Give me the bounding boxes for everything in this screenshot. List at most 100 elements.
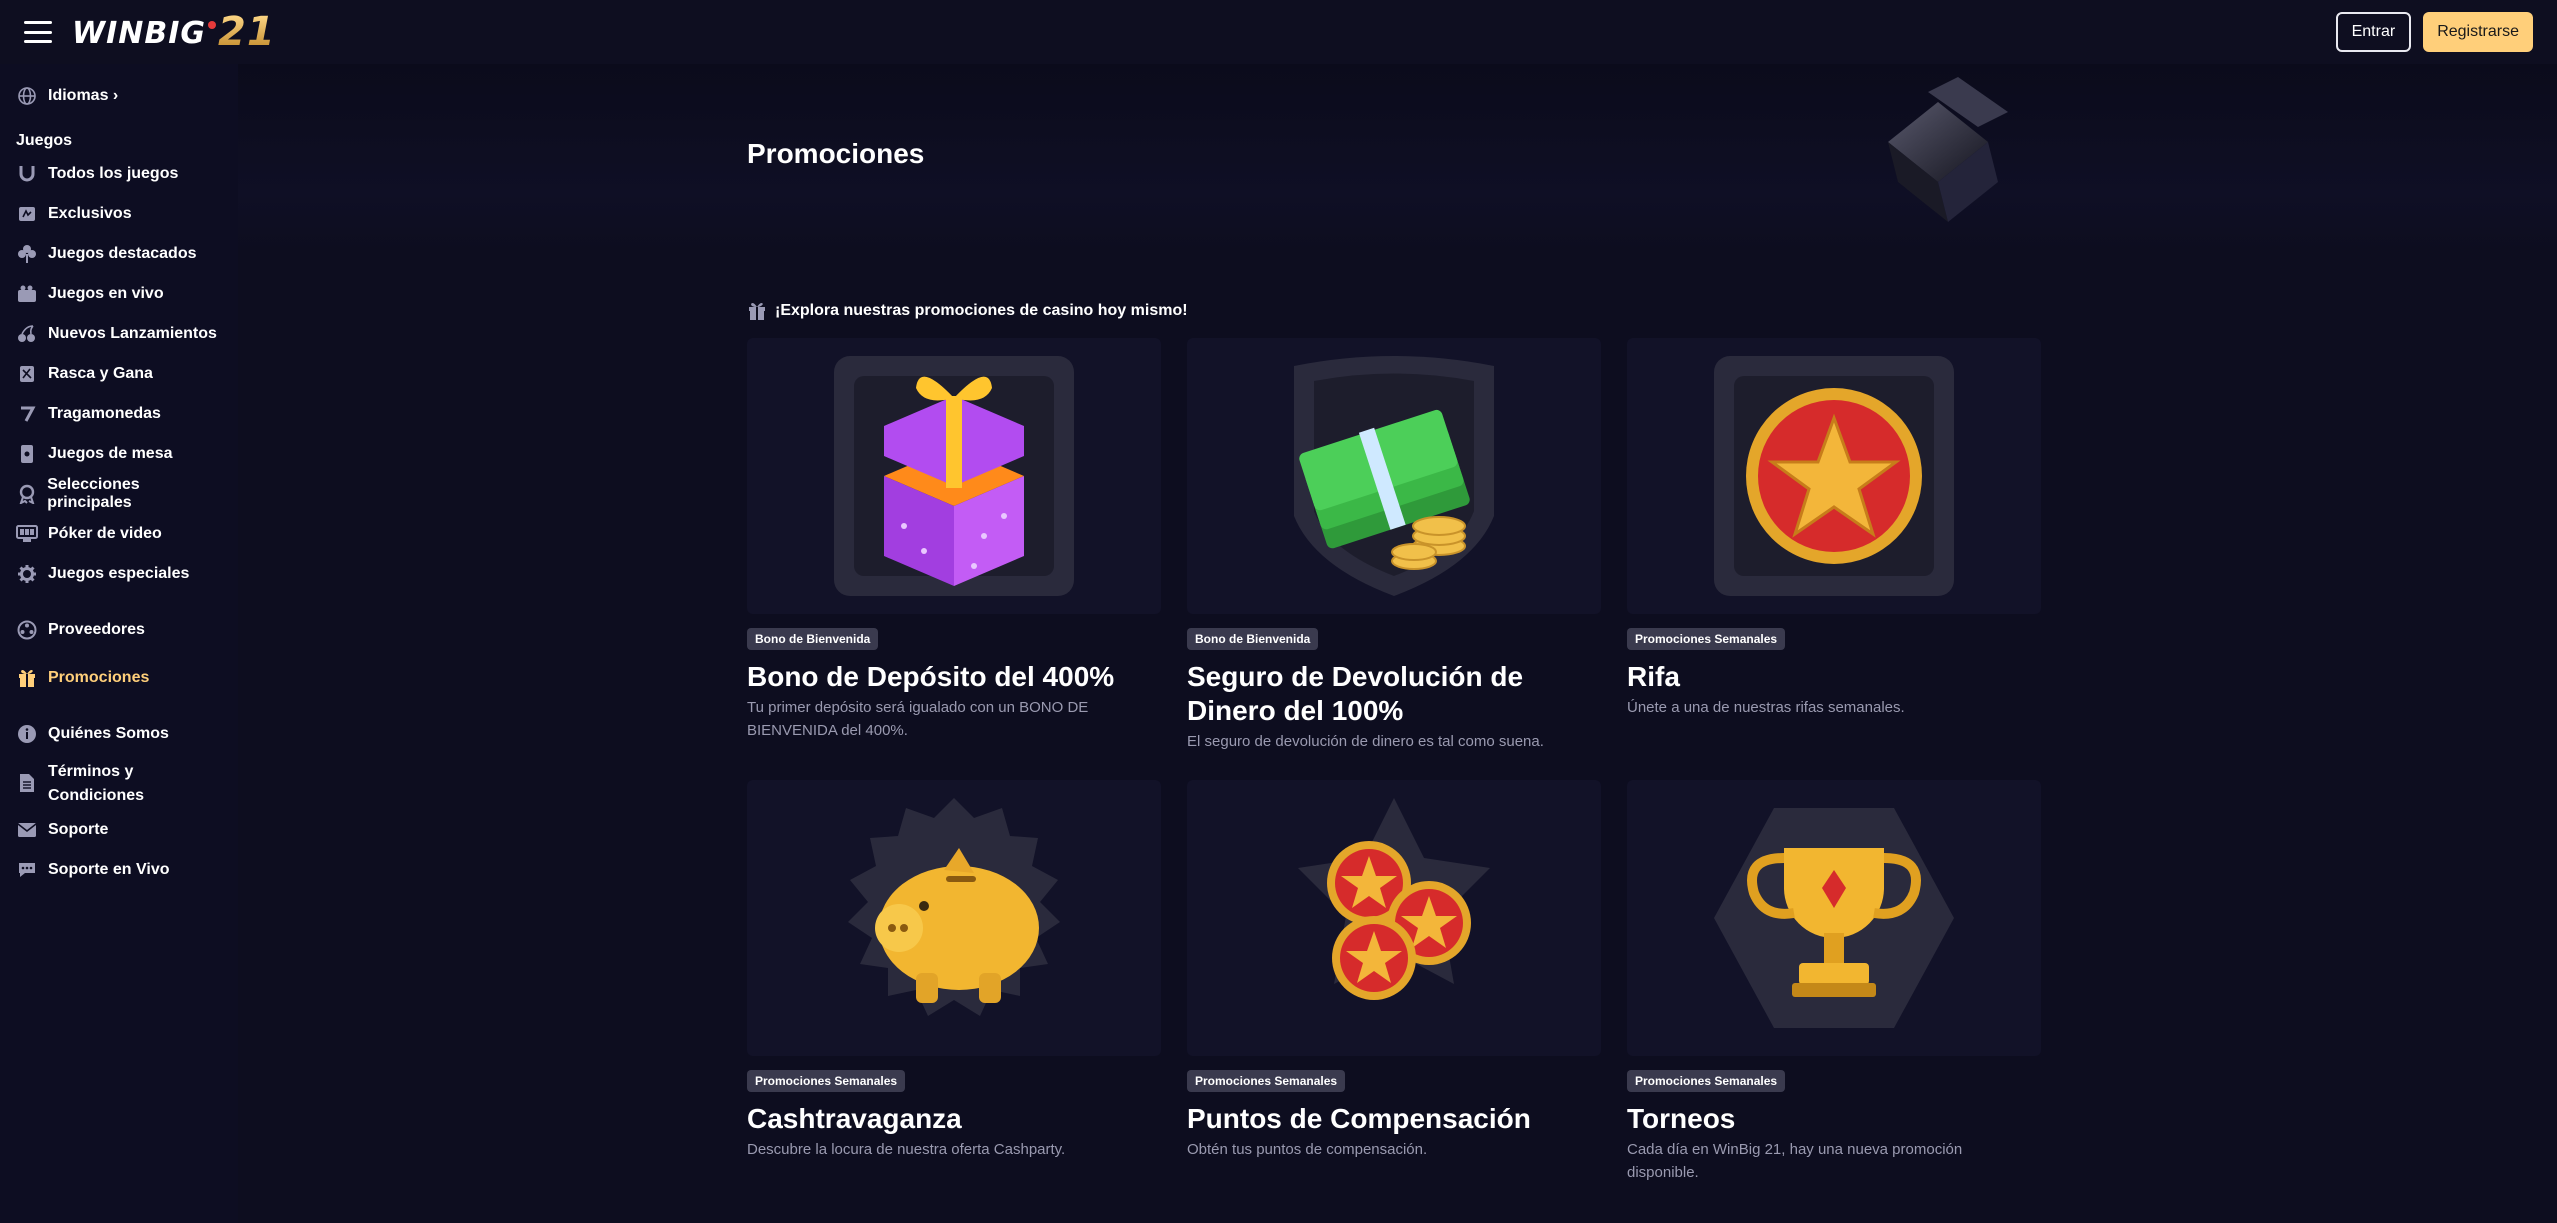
award-icon: [16, 483, 37, 505]
sidebar-item-promotions[interactable]: Promociones: [0, 658, 238, 698]
logo-number: 21: [218, 9, 276, 55]
sidebar-item-terms[interactable]: Términos y Condiciones: [0, 754, 238, 810]
sidebar-item-label: Quiénes Somos: [48, 725, 169, 742]
sidebar-item-slots[interactable]: Tragamonedas: [0, 394, 238, 434]
providers-icon: [16, 619, 38, 641]
logo-text: WINBIG: [72, 16, 207, 51]
sidebar-item-providers[interactable]: Proveedores: [0, 610, 238, 650]
sidebar-item-top-picks[interactable]: Selecciones principales: [0, 474, 238, 514]
sidebar-item-featured[interactable]: Juegos destacados: [0, 234, 238, 274]
gift-icon: [16, 667, 38, 689]
promo-title: Puntos de Compensación: [1187, 1103, 1531, 1134]
sidebar-section-games: Juegos: [16, 132, 73, 149]
money-stack-icon: [1294, 356, 1494, 596]
explore-heading: ¡Explora nuestras promociones de casino …: [747, 300, 1188, 322]
sidebar-item-label: Soporte: [48, 821, 109, 838]
sidebar-item-video-poker[interactable]: Póker de video: [0, 514, 238, 554]
promo-desc: Descubre la locura de nuestra oferta Cas…: [747, 1141, 1066, 1158]
promo-card[interactable]: Promociones Semanales Cashtravaganza Des…: [747, 780, 1161, 1222]
sidebar-item-about[interactable]: Quiénes Somos: [0, 714, 238, 754]
sidebar-item-label: Juegos destacados: [48, 245, 197, 262]
sidebar: Idiomas › Juegos Todos los juegos Exclus…: [0, 64, 238, 1223]
sidebar-item-new-releases[interactable]: Nuevos Lanzamientos: [0, 314, 238, 354]
promo-card-image: [1627, 338, 2041, 614]
promo-card-image: [747, 338, 1161, 614]
promo-card[interactable]: Promociones Semanales Torneos Cada día e…: [1627, 780, 2041, 1222]
sidebar-item-support[interactable]: Soporte: [0, 810, 238, 850]
sidebar-item-label: Exclusivos: [48, 205, 132, 222]
promo-card[interactable]: Bono de Bienvenida Bono de Depósito del …: [747, 338, 1161, 780]
promo-title: Bono de Depósito del 400%: [747, 661, 1115, 692]
exclusive-icon: [16, 203, 38, 225]
sidebar-item-label: Juegos en vivo: [48, 285, 164, 302]
promo-title: Torneos: [1627, 1103, 1736, 1134]
promo-badge: Promociones Semanales: [1627, 628, 1786, 650]
sidebar-item-exclusives[interactable]: Exclusivos: [0, 194, 238, 234]
sidebar-item-label: Póker de video: [48, 525, 162, 542]
piggy-bank-icon: [848, 798, 1060, 1016]
logo-dot: [208, 21, 217, 29]
promo-card[interactable]: Promociones Semanales Puntos de Compensa…: [1187, 780, 1601, 1222]
star-coin-icon: [1714, 356, 1954, 596]
video-poker-icon: [16, 523, 38, 545]
promo-card-image: [1627, 780, 2041, 1056]
sidebar-item-label: Promociones: [48, 669, 150, 686]
promo-title: Cashtravaganza: [747, 1103, 962, 1134]
cards-icon: [16, 443, 38, 465]
promo-desc: Tu primer depósito será igualado con un …: [747, 699, 1089, 739]
star-coins-icon: [1298, 798, 1490, 1000]
sidebar-item-scratch[interactable]: Rasca y Gana: [0, 354, 238, 394]
globe-icon: [16, 85, 38, 107]
promo-desc: Cada día en WinBig 21, hay una nueva pro…: [1627, 1141, 1963, 1181]
info-icon: [16, 723, 38, 745]
sidebar-item-all-games[interactable]: Todos los juegos: [0, 154, 238, 194]
sidebar-item-live[interactable]: Juegos en vivo: [0, 274, 238, 314]
sidebar-item-specialty[interactable]: Juegos especiales: [0, 554, 238, 594]
sidebar-item-label: Selecciones principales: [47, 476, 140, 511]
promo-desc: El seguro de devolución de dinero es tal…: [1187, 733, 1544, 750]
cherries-icon: [16, 323, 38, 345]
gift-box-icon: [834, 356, 1074, 596]
gift-icon: [747, 300, 767, 322]
top-header: WINBIG 21 Entrar Registrarse: [0, 0, 2557, 64]
promo-badge: Bono de Bienvenida: [1187, 628, 1319, 650]
sidebar-item-table-games[interactable]: Juegos de mesa: [0, 434, 238, 474]
promo-card-image: [1187, 780, 1601, 1056]
promo-badge: Bono de Bienvenida: [747, 628, 879, 650]
sidebar-item-label: Todos los juegos: [48, 165, 179, 182]
sidebar-item-label: Proveedores: [48, 621, 145, 638]
main-content: Promociones ¡Explora nuestras promocione…: [238, 64, 2557, 1223]
promo-badge: Promociones Semanales: [747, 1070, 906, 1092]
trophy-icon: [1714, 808, 1954, 1028]
promo-card[interactable]: Bono de Bienvenida Seguro de Devolución …: [1187, 338, 1601, 780]
sidebar-item-label: Nuevos Lanzamientos: [48, 325, 217, 342]
gift-3d-icon: [1888, 77, 2008, 222]
sidebar-item-live-support[interactable]: Soporte en Vivo: [0, 850, 238, 890]
sidebar-item-languages[interactable]: Idiomas ›: [0, 76, 238, 116]
promo-desc: Únete a una de nuestras rifas semanales.: [1627, 699, 1905, 716]
mail-icon: [16, 819, 38, 841]
sidebar-item-label: Juegos especiales: [48, 565, 190, 582]
promo-title: Seguro de Devolución de Dinero del 100%: [1187, 661, 1524, 726]
clover-icon: [16, 243, 38, 265]
live-icon: [16, 283, 38, 305]
promo-badge: Promociones Semanales: [1187, 1070, 1346, 1092]
sidebar-item-label: Idiomas ›: [48, 87, 119, 104]
sidebar-item-label: Soporte en Vivo: [48, 861, 170, 878]
explore-text: ¡Explora nuestras promociones de casino …: [775, 302, 1188, 319]
menu-icon[interactable]: [24, 21, 52, 43]
promotions-grid: Bono de Bienvenida Bono de Depósito del …: [747, 338, 2091, 1222]
scratch-icon: [16, 363, 38, 385]
chat-icon: [16, 859, 38, 881]
seven-icon: [16, 403, 38, 425]
promo-card[interactable]: Promociones Semanales Rifa Únete a una d…: [1627, 338, 2041, 780]
gear-icon: [16, 563, 38, 585]
sidebar-item-label: Términos y Condiciones: [48, 763, 145, 804]
logo[interactable]: WINBIG 21: [72, 9, 276, 55]
register-button[interactable]: Registrarse: [2423, 12, 2533, 52]
login-button[interactable]: Entrar: [2335, 12, 2412, 52]
promo-desc: Obtén tus puntos de compensación.: [1187, 1141, 1428, 1158]
horseshoe-icon: [16, 163, 38, 185]
promo-card-image: [747, 780, 1161, 1056]
sidebar-item-label: Juegos de mesa: [48, 445, 173, 462]
